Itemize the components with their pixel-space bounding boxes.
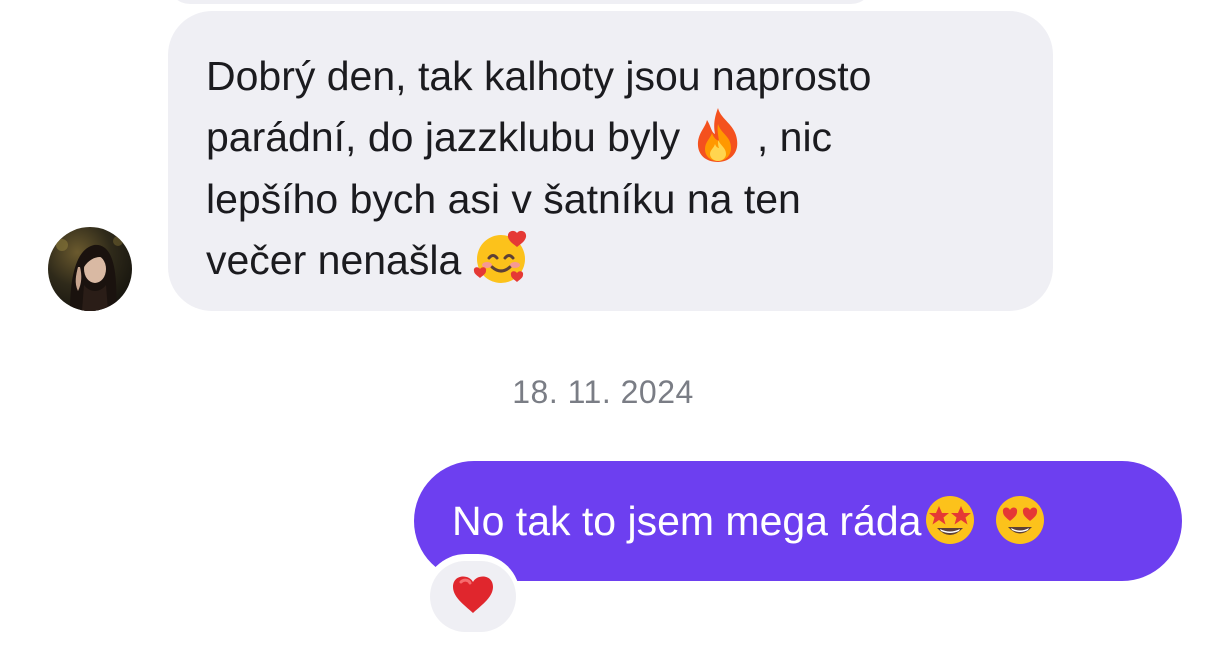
incoming-message-bubble[interactable]: Dobrý den, tak kalhoty jsou naprosto par… (168, 11, 1053, 311)
heart-eyes-emoji (991, 490, 1049, 548)
red-heart-emoji (451, 574, 495, 619)
fire-emoji (691, 106, 745, 164)
smiling-face-with-hearts-emoji (473, 229, 531, 287)
outgoing-message-text: No tak to jsem mega ráda (452, 498, 922, 544)
outgoing-message-bubble[interactable]: No tak to jsem mega ráda (414, 461, 1182, 581)
reaction-badge[interactable] (430, 561, 516, 632)
star-struck-emoji (921, 490, 979, 548)
contact-avatar[interactable] (48, 227, 132, 311)
previous-message-bubble[interactable] (168, 0, 873, 4)
date-separator: 18. 11. 2024 (512, 374, 694, 410)
